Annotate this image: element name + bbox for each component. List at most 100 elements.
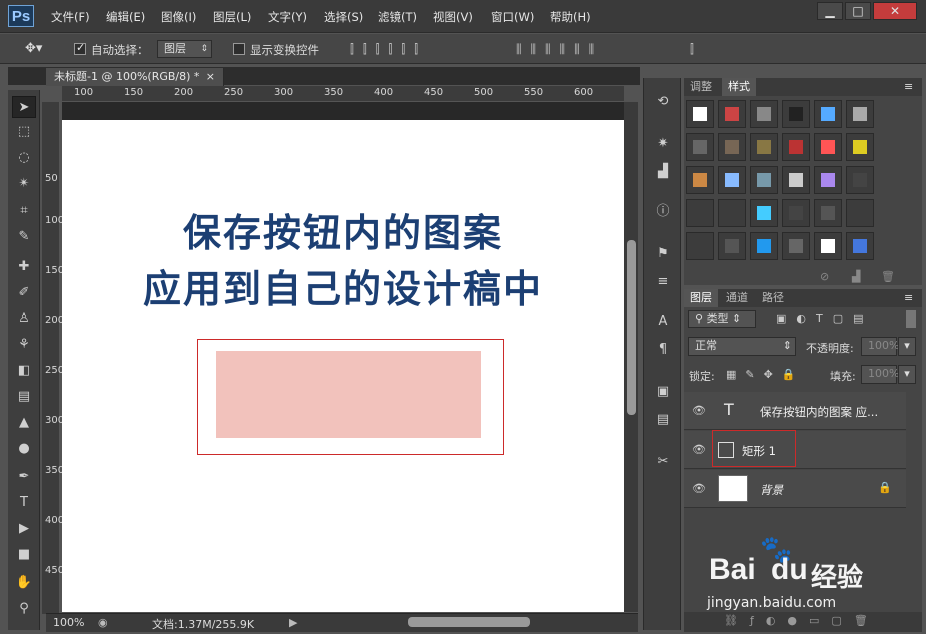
document-tab[interactable]: 未标题-1 @ 100%(RGB/8) * × xyxy=(46,68,224,86)
style-swatch[interactable] xyxy=(814,166,842,194)
style-swatch[interactable] xyxy=(750,100,778,128)
zoom-tool-icon[interactable]: ⚲ xyxy=(12,598,36,620)
distribute-icons[interactable]: ⫼⫼⫼⫼⫼⫼ xyxy=(516,42,603,57)
style-swatch[interactable] xyxy=(782,199,810,227)
history-panel-icon[interactable]: ⟲ xyxy=(652,92,674,112)
fill-arrow-icon[interactable]: ▾ xyxy=(898,365,916,384)
minimize-button[interactable]: ▁ xyxy=(817,2,843,20)
style-swatch[interactable] xyxy=(814,199,842,227)
rectangle-shape[interactable] xyxy=(216,351,481,438)
menu-help[interactable]: 帮助(H) xyxy=(550,9,591,25)
style-swatch[interactable] xyxy=(814,232,842,260)
notes-panel-icon[interactable]: ▣ xyxy=(652,382,674,402)
style-swatch[interactable] xyxy=(686,100,714,128)
close-tab-icon[interactable]: × xyxy=(206,68,215,86)
lock-icons[interactable]: ▦✎✥🔒 xyxy=(726,368,805,381)
style-swatch[interactable] xyxy=(718,166,746,194)
style-swatch[interactable] xyxy=(846,166,874,194)
info-icon[interactable]: ◉ xyxy=(98,616,108,629)
hand-tool-icon[interactable]: ✋ xyxy=(12,572,36,594)
lasso-tool-icon[interactable]: ◌ xyxy=(12,147,36,169)
menu-type[interactable]: 文字(Y) xyxy=(268,9,307,25)
menu-filter[interactable]: 滤镜(T) xyxy=(378,9,417,25)
style-swatch[interactable] xyxy=(782,100,810,128)
crop-tool-icon[interactable]: ⌗ xyxy=(12,200,36,222)
style-swatch[interactable] xyxy=(846,232,874,260)
brush-tool-icon[interactable]: ✐ xyxy=(12,282,36,304)
actions-panel-icon[interactable]: ▤ xyxy=(652,410,674,430)
magic-wand-icon[interactable]: ✴ xyxy=(12,173,36,195)
path-select-icon[interactable]: ▶ xyxy=(12,518,36,540)
layer-row-text[interactable]: 👁 T 保存按钮内的图案 应... xyxy=(684,392,906,430)
navigator-panel-icon[interactable]: ✷ xyxy=(652,134,674,154)
style-swatch[interactable] xyxy=(846,133,874,161)
style-swatch[interactable] xyxy=(718,199,746,227)
menu-layer[interactable]: 图层(L) xyxy=(213,9,251,25)
stamp-tool-icon[interactable]: ♙ xyxy=(12,308,36,330)
style-swatch[interactable] xyxy=(686,166,714,194)
tool-presets-icon[interactable]: ≡ xyxy=(652,272,674,292)
style-swatch[interactable] xyxy=(718,133,746,161)
document-canvas[interactable]: 保存按钮内的图案 应用到自己的设计稿中 xyxy=(62,120,624,612)
panel-menu-icon[interactable]: ≡ xyxy=(904,80,913,93)
layer-filter-dropdown[interactable]: ⚲ 类型 ⇕ xyxy=(688,310,756,328)
menu-select[interactable]: 选择(S) xyxy=(324,9,363,25)
style-swatch[interactable] xyxy=(846,199,874,227)
style-swatch[interactable] xyxy=(686,133,714,161)
dodge-tool-icon[interactable]: ● xyxy=(12,438,36,460)
style-swatch[interactable] xyxy=(782,232,810,260)
paragraph-panel-icon[interactable]: ¶ xyxy=(652,340,674,360)
info-panel-icon[interactable]: ⓘ xyxy=(652,202,674,222)
style-swatch[interactable] xyxy=(750,166,778,194)
marquee-tool-icon[interactable]: ⬚ xyxy=(12,121,36,143)
layer-row-background[interactable]: 👁 背景 🔒 xyxy=(684,470,906,508)
show-transform-checkbox[interactable] xyxy=(233,43,245,55)
layer-row-rectangle[interactable]: 👁 矩形 1 xyxy=(684,430,906,469)
horizontal-scroll-thumb[interactable] xyxy=(408,617,530,627)
healing-brush-icon[interactable]: ✚ xyxy=(12,256,36,278)
tab-paths[interactable]: 路径 xyxy=(756,289,790,307)
menu-window[interactable]: 窗口(W) xyxy=(491,9,534,25)
delete-style-icon[interactable]: 🗑 xyxy=(881,270,895,283)
brush-panel-icon[interactable]: ⚑ xyxy=(652,244,674,264)
pen-tool-icon[interactable]: ✒ xyxy=(12,466,36,488)
menu-view[interactable]: 视图(V) xyxy=(433,9,473,25)
auto-select-checkbox[interactable]: ✓ xyxy=(74,41,86,55)
histogram-panel-icon[interactable]: ▟ xyxy=(652,162,674,182)
style-swatch[interactable] xyxy=(750,133,778,161)
style-swatch[interactable] xyxy=(686,232,714,260)
move-tool-icon[interactable]: ✥▾ xyxy=(25,41,42,56)
style-swatch[interactable] xyxy=(846,100,874,128)
move-tool-icon[interactable]: ➤ xyxy=(12,96,36,118)
fill-input[interactable]: 100% xyxy=(861,365,899,384)
style-swatch[interactable] xyxy=(686,199,714,227)
style-swatch[interactable] xyxy=(750,199,778,227)
history-brush-icon[interactable]: ⚘ xyxy=(12,334,36,356)
zoom-level[interactable]: 100% xyxy=(53,616,84,629)
status-arrow-icon[interactable]: ▶ xyxy=(289,616,297,629)
type-tool-icon[interactable]: T xyxy=(12,492,36,514)
new-style-icon[interactable]: ▟ xyxy=(852,270,860,283)
menu-image[interactable]: 图像(I) xyxy=(161,9,196,25)
close-window-button[interactable]: ✕ xyxy=(873,2,917,20)
tab-layers[interactable]: 图层 xyxy=(684,289,718,307)
visibility-eye-icon[interactable]: 👁 xyxy=(692,443,706,456)
blend-mode-dropdown[interactable]: 正常 ⇕ xyxy=(688,337,796,356)
eyedropper-icon[interactable]: ✎ xyxy=(12,226,36,248)
menu-edit[interactable]: 编辑(E) xyxy=(106,9,145,25)
tab-styles[interactable]: 样式 xyxy=(722,78,756,96)
panel-menu-icon[interactable]: ≡ xyxy=(904,291,913,304)
style-swatch[interactable] xyxy=(750,232,778,260)
filter-icons[interactable]: ▣◐T▢▤ xyxy=(776,312,874,325)
visibility-eye-icon[interactable]: 👁 xyxy=(692,482,706,495)
style-swatch[interactable] xyxy=(718,232,746,260)
auto-align-icon[interactable]: ⫿ xyxy=(690,42,694,57)
style-swatch[interactable] xyxy=(718,100,746,128)
tools-settings-icon[interactable]: ✂ xyxy=(652,452,674,472)
style-swatch[interactable] xyxy=(814,100,842,128)
clear-style-icon[interactable]: ⊘ xyxy=(820,270,829,283)
visibility-eye-icon[interactable]: 👁 xyxy=(692,404,706,417)
maximize-button[interactable]: □ xyxy=(845,2,871,20)
opacity-arrow-icon[interactable]: ▾ xyxy=(898,337,916,356)
shape-tool-icon[interactable]: ■ xyxy=(12,544,36,566)
